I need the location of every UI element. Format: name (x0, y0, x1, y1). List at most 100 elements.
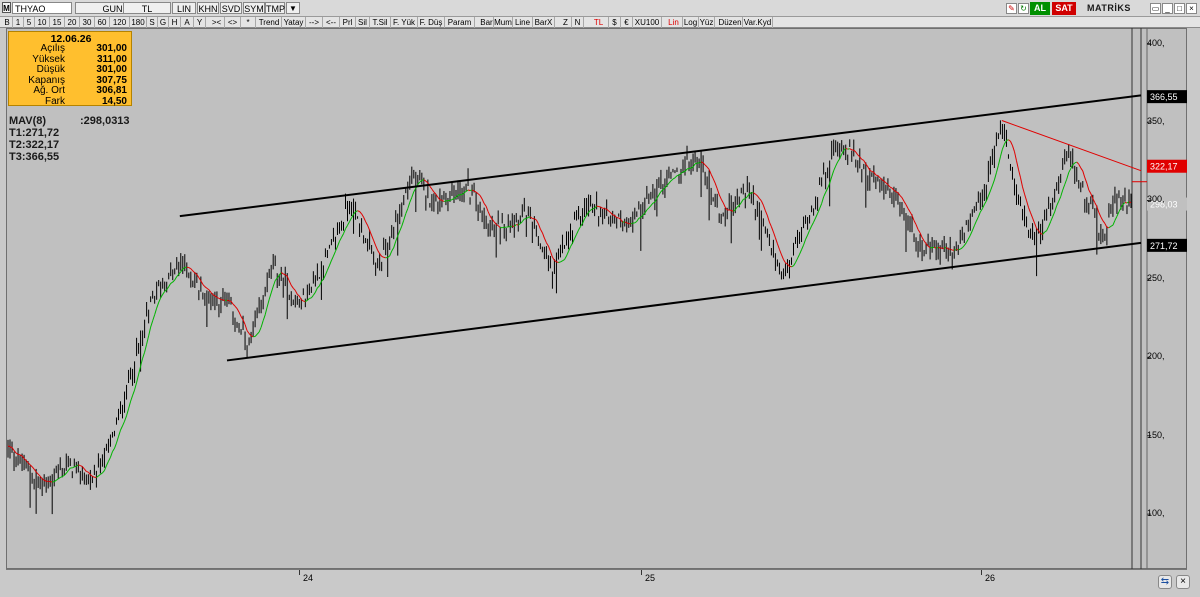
toolbar-button-mum[interactable]: Mum (494, 17, 513, 28)
ma-segment (1102, 220, 1106, 224)
toolbar-button-prl[interactable]: Prl (340, 17, 356, 28)
ma-segment (405, 208, 409, 214)
toolbar-button-h[interactable]: H (169, 17, 181, 28)
ma-segment (192, 270, 196, 274)
ma-segment (1084, 177, 1088, 184)
y-tick-label: 150, (1147, 429, 1165, 440)
ma-segment (566, 251, 569, 257)
dropdown-arrow-icon[interactable]: ▼ (286, 2, 300, 14)
toolbar-button-30[interactable]: 30 (80, 17, 95, 28)
restore-icon[interactable]: ▭ (1150, 3, 1161, 14)
channel-upper-line[interactable] (179, 94, 1142, 218)
toolbar-button-10[interactable]: 10 (35, 17, 50, 28)
toolbar-button-trend[interactable]: Trend (257, 17, 282, 28)
toolbar-button-t-sil[interactable]: T.Sil (370, 17, 391, 28)
ma-segment (266, 299, 270, 308)
maximize-icon[interactable]: □ (1174, 3, 1185, 14)
scale-field[interactable]: LIN (172, 2, 196, 14)
ma-segment (206, 287, 210, 291)
toolbar-button-1[interactable]: 1 (13, 17, 24, 28)
toolbar-button-bar[interactable]: Bar (480, 17, 494, 28)
toolbar-button-[interactable]: >< (209, 17, 225, 28)
toolbar-button-n[interactable]: N (572, 17, 584, 28)
settings-icon[interactable]: ✎ (1006, 3, 1017, 14)
ma-segment (294, 290, 298, 295)
khn-button[interactable]: KHN (197, 2, 219, 14)
ma-segment (776, 243, 780, 250)
toolbar-button-a[interactable]: A (181, 17, 194, 28)
toolbar-button-f-yük[interactable]: F. Yük (391, 17, 418, 28)
ma-segment (363, 216, 367, 222)
toolbar-button-[interactable]: <-- (323, 17, 340, 28)
channel-lower-line[interactable] (226, 241, 1142, 362)
ma-segment (154, 308, 158, 315)
toolbar-button-120[interactable]: 120 (110, 17, 130, 28)
ma-segment (963, 242, 967, 246)
info-row-change: Fark 14,50 (9, 96, 131, 108)
toolbar-button-lin[interactable]: Lin (665, 17, 683, 28)
price-chart[interactable]: 366,55322,17298,03271,72 (6, 28, 1187, 569)
toolbar-button-[interactable]: $ (609, 17, 621, 28)
minimize-icon[interactable]: _ (1162, 3, 1173, 14)
ma-segment (80, 465, 83, 468)
ma-segment (393, 241, 397, 248)
close-chart-icon[interactable]: × (1176, 575, 1190, 589)
svd-button[interactable]: SVD (220, 2, 242, 14)
ma-segment (485, 206, 489, 212)
toolbar-button-[interactable]: * (241, 17, 256, 28)
toolbar-button-param[interactable]: Param (445, 17, 475, 28)
ma-segment (570, 242, 573, 247)
refresh-icon[interactable]: ↻ (1018, 3, 1029, 14)
toolbar-button-5[interactable]: 5 (24, 17, 35, 28)
falling-trend-line[interactable] (1001, 120, 1142, 172)
toolbar-button-y[interactable]: Y (194, 17, 206, 28)
toolbar-button-line[interactable]: Line (513, 17, 533, 28)
ma-segment (847, 148, 850, 150)
currency-field[interactable]: TL (123, 2, 171, 14)
toolbar-button-log[interactable]: Log (683, 17, 699, 28)
toolbar-button-xu100[interactable]: XU100 (633, 17, 662, 28)
toolbar-button-180[interactable]: 180 (130, 17, 147, 28)
ma-segment (969, 230, 973, 236)
sell-button[interactable]: SAT (1052, 2, 1076, 15)
ma-segment (1001, 143, 1005, 150)
ma-segment (126, 408, 130, 417)
info-value: 306,81 (96, 85, 127, 96)
ma-segment (648, 205, 652, 209)
toolbar-button-sil[interactable]: Sil (356, 17, 370, 28)
toolbar-button-b[interactable]: B (2, 17, 13, 28)
toolbar-button-f-düş[interactable]: F. Düş (418, 17, 445, 28)
toolbar-button-barx[interactable]: BarX (533, 17, 555, 28)
toolbar-button-yüz[interactable]: Yüz (699, 17, 715, 28)
toolbar-button-15[interactable]: 15 (50, 17, 65, 28)
toolbar-button-[interactable]: --> (306, 17, 323, 28)
ma-segment (130, 395, 134, 402)
sync-icon[interactable]: ⇆ (1158, 575, 1172, 589)
toolbar-button-g[interactable]: G (158, 17, 169, 28)
mav-value: :298,0313 (80, 115, 130, 127)
toolbar-button-[interactable]: € (621, 17, 633, 28)
info-row-vwap: Ağ. Ort 306,81 (9, 85, 131, 97)
ma-segment (146, 335, 150, 345)
window-menu-icon[interactable]: M (2, 2, 11, 13)
toolbar-button-[interactable]: <> (225, 17, 241, 28)
toolbar-button-z[interactable]: Z (560, 17, 572, 28)
symbol-field[interactable]: THYAO (12, 2, 72, 14)
ma-segment (764, 210, 768, 216)
chart-area[interactable]: 366,55 322,17 298,03 271,72 (6, 28, 1187, 569)
sym-button[interactable]: SYM (243, 2, 265, 14)
toolbar-button-tl[interactable]: TL (589, 17, 609, 28)
close-icon[interactable]: × (1186, 3, 1197, 14)
toolbar-button-60[interactable]: 60 (95, 17, 110, 28)
buy-button[interactable]: AL (1030, 2, 1050, 15)
ma-segment (1008, 139, 1011, 142)
ma-segment (1028, 207, 1032, 214)
tmp-button[interactable]: TMP (265, 2, 285, 14)
toolbar-button-20[interactable]: 20 (65, 17, 80, 28)
title-bar: M THYAO GUN TL LIN KHN SVD SYM TMP ▼ ✎ ↻… (0, 0, 1200, 17)
toolbar-button-var-kyd[interactable]: Var.Kyd (743, 17, 773, 28)
ma-segment (124, 415, 127, 422)
toolbar-button-s[interactable]: S (147, 17, 158, 28)
toolbar-button-yatay[interactable]: Yatay (282, 17, 306, 28)
toolbar-button-düzen[interactable]: Düzen (718, 17, 743, 28)
